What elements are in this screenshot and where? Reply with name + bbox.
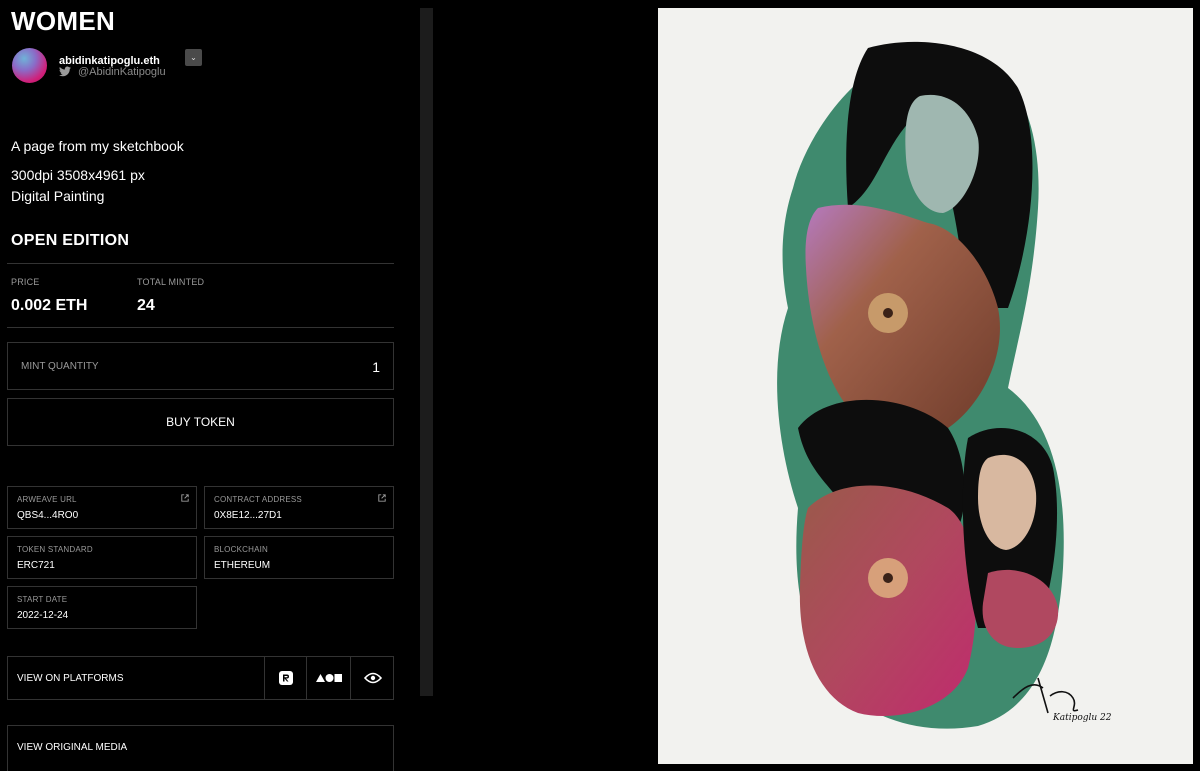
description-line: Digital Painting: [11, 188, 105, 204]
price-value: 0.002 ETH: [11, 297, 88, 314]
arweave-url-label: ARWEAVE URL: [17, 495, 77, 504]
start-date-card: START DATE 2022-12-24: [7, 586, 197, 629]
price-label: PRICE: [11, 277, 40, 287]
artwork-illustration: Katipoglu 22: [777, 41, 1112, 729]
arweave-url-value: QBS4...4RO0: [17, 510, 79, 521]
blockchain-value: ETHEREUM: [214, 560, 271, 571]
artwork-image[interactable]: Katipoglu 22: [658, 8, 1193, 764]
avatar[interactable]: [12, 48, 47, 83]
start-date-label: START DATE: [17, 595, 68, 604]
contract-address-card[interactable]: CONTRACT ADDRESS 0X8E12...27D1: [204, 486, 394, 529]
description-line: A page from my sketchbook: [11, 138, 184, 154]
start-date-value: 2022-12-24: [17, 610, 69, 621]
token-standard-label: TOKEN STANDARD: [17, 545, 93, 554]
external-link-icon[interactable]: [181, 494, 189, 502]
page-title: WOMEN: [11, 6, 116, 36]
chevron-down-icon: ⌄: [190, 53, 197, 62]
artwork-signature: Katipoglu 22: [1052, 713, 1112, 723]
divider: [7, 263, 394, 264]
external-link-icon[interactable]: [378, 494, 386, 502]
arweave-url-card[interactable]: ARWEAVE URL QBS4...4RO0: [7, 486, 197, 529]
view-on-platforms-label: VIEW ON PLATFORMS: [17, 673, 124, 684]
twitter-icon[interactable]: [59, 66, 71, 77]
blockchain-card: BLOCKCHAIN ETHEREUM: [204, 536, 394, 579]
view-eye-button[interactable]: [350, 657, 394, 699]
view-original-media-button[interactable]: VIEW ORIGINAL MEDIA: [7, 725, 394, 771]
scrollbar[interactable]: [420, 8, 433, 696]
buy-token-label: BUY TOKEN: [166, 415, 235, 429]
divider: [7, 327, 394, 328]
token-standard-value: ERC721: [17, 560, 55, 571]
buy-token-button[interactable]: BUY TOKEN: [7, 398, 394, 446]
artist-dropdown-button[interactable]: ⌄: [185, 49, 202, 66]
mint-quantity-value[interactable]: 1: [372, 359, 380, 375]
blockchain-label: BLOCKCHAIN: [214, 545, 269, 554]
token-standard-card: TOKEN STANDARD ERC721: [7, 536, 197, 579]
total-minted-label: TOTAL MINTED: [137, 277, 205, 287]
mint-panel: WOMEN abidinkatipoglu.eth @AbidinKatipog…: [0, 0, 420, 771]
total-minted-value: 24: [137, 297, 155, 314]
rarible-icon: [278, 671, 293, 685]
twitter-handle[interactable]: @AbidinKatipoglu: [78, 66, 166, 78]
contract-address-value: 0X8E12...27D1: [214, 510, 282, 521]
description-line: 300dpi 3508x4961 px: [11, 167, 145, 183]
view-on-platforms-row: VIEW ON PLATFORMS: [7, 656, 394, 700]
contract-address-label: CONTRACT ADDRESS: [214, 495, 302, 504]
edition-title: OPEN EDITION: [11, 232, 130, 249]
mint-quantity-label: MINT QUANTITY: [21, 361, 99, 372]
rarible-button[interactable]: [264, 657, 306, 699]
mint-quantity-input[interactable]: MINT QUANTITY 1: [7, 342, 394, 390]
eye-icon: [363, 672, 382, 684]
view-original-media-label: VIEW ORIGINAL MEDIA: [17, 742, 128, 753]
foundation-icon: [315, 674, 342, 682]
foundation-button[interactable]: [306, 657, 350, 699]
